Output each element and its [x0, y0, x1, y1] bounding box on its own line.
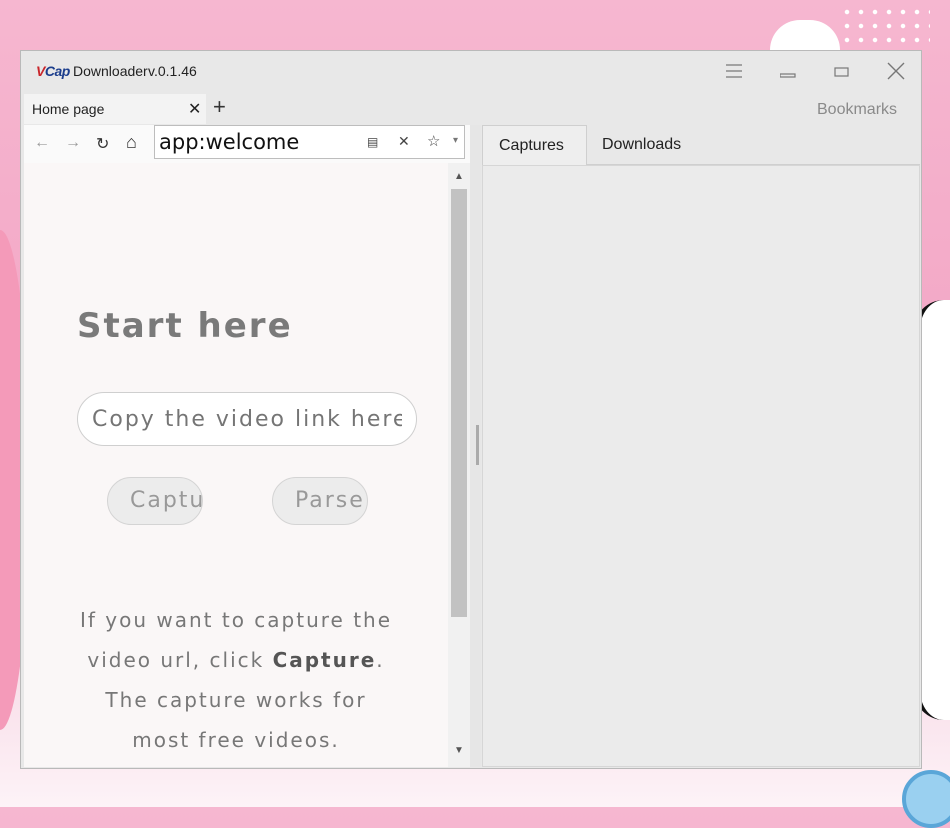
captures-list — [482, 165, 920, 767]
menu-icon[interactable] — [719, 59, 749, 83]
app-window: VCap Downloader v.0.1.46 Home page ✕ + B… — [20, 50, 922, 769]
maximize-button[interactable] — [827, 59, 857, 83]
reload-icon[interactable]: ↻ — [96, 134, 109, 154]
webview-pane: Start here Capture Parse If you want to … — [24, 163, 448, 767]
vertical-scrollbar[interactable]: ▲ ▼ — [448, 163, 470, 767]
home-icon[interactable]: ⌂ — [126, 132, 137, 153]
background-dots — [840, 5, 930, 45]
back-icon[interactable]: ← — [34, 134, 50, 152]
minimize-button[interactable] — [773, 59, 803, 83]
right-panel-tabs: Captures Downloads — [482, 125, 920, 165]
tab-label: Home page — [32, 101, 105, 117]
chevron-down-icon[interactable]: ▾ — [453, 135, 458, 146]
app-name: Downloader — [73, 63, 148, 79]
close-button[interactable] — [881, 59, 911, 83]
address-bar: ▤ ✕ ☆ ▾ — [154, 125, 465, 159]
help-capture-word: Capture — [272, 648, 377, 672]
tab-captures[interactable]: Captures — [482, 125, 587, 165]
scroll-down-icon[interactable]: ▼ — [454, 745, 464, 756]
parse-button[interactable]: Parse — [272, 477, 368, 525]
capture-button[interactable]: Capture — [107, 477, 203, 525]
scroll-thumb[interactable] — [451, 189, 467, 617]
app-version: v.0.1.46 — [148, 63, 197, 79]
clipboard-icon[interactable]: ▤ — [367, 135, 378, 149]
help-text: If you want to capture the video url, cl… — [79, 608, 393, 752]
background-decoration — [902, 770, 950, 828]
new-tab-button[interactable]: + — [213, 95, 226, 119]
clear-icon[interactable]: ✕ — [398, 133, 410, 150]
scroll-up-icon[interactable]: ▲ — [454, 171, 464, 182]
page-title: Start here — [77, 306, 293, 346]
address-input[interactable] — [159, 129, 359, 155]
splitter-handle[interactable] — [476, 425, 479, 465]
navigation-bar: ← → ↻ ⌂ ▤ ✕ ☆ ▾ — [24, 125, 470, 163]
bookmarks-button[interactable]: Bookmarks — [817, 101, 897, 119]
pane-splitter[interactable] — [470, 125, 481, 767]
star-icon[interactable]: ☆ — [427, 132, 440, 150]
app-logo: VCap — [36, 63, 70, 79]
tab-close-icon[interactable]: ✕ — [188, 99, 201, 119]
tab-home-page[interactable]: Home page ✕ — [24, 94, 206, 124]
forward-icon[interactable]: → — [65, 134, 81, 152]
video-link-input[interactable] — [77, 392, 417, 446]
title-bar[interactable]: VCap Downloader v.0.1.46 — [21, 51, 921, 91]
tab-downloads[interactable]: Downloads — [586, 125, 697, 165]
